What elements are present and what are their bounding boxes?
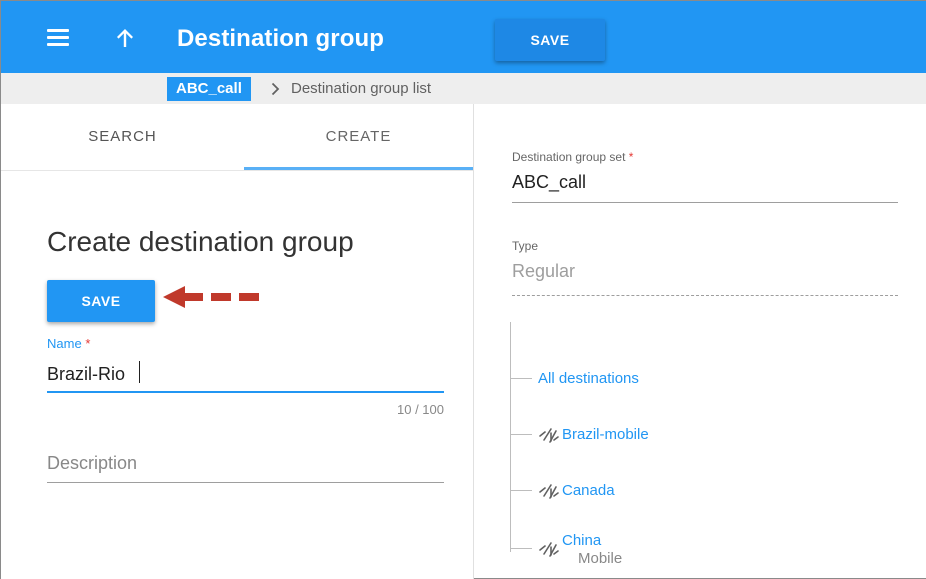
page-title: Destination group xyxy=(177,25,385,52)
description-field-underline xyxy=(47,482,444,483)
breadcrumb-root-link[interactable]: ABC_call xyxy=(167,77,251,101)
type-underline xyxy=(512,295,898,296)
left-panel: SEARCH CREATE Create destination group S… xyxy=(1,104,473,579)
tabs-divider xyxy=(1,170,473,171)
tab-create[interactable]: CREATE xyxy=(244,104,473,170)
tree-node: Brazil-mobile xyxy=(510,422,649,446)
destination-group-set-value[interactable]: ABC_call xyxy=(512,172,586,193)
arrow-up-icon[interactable] xyxy=(113,26,137,50)
destination-group-set-underline xyxy=(512,202,898,203)
tab-search[interactable]: SEARCH xyxy=(1,104,244,170)
destination-group-set-label: Destination group set * xyxy=(512,150,634,164)
header-save-button[interactable]: SAVE xyxy=(495,19,605,61)
annotation-arrow-icon xyxy=(163,286,259,308)
type-label: Type xyxy=(512,239,539,253)
breadcrumb-current: Destination group list xyxy=(291,80,432,97)
name-field-underline xyxy=(47,391,444,393)
name-char-counter: 10 / 100 xyxy=(397,402,444,417)
tree-item-canada[interactable]: Canada xyxy=(562,482,615,499)
name-field-label: Name * xyxy=(47,336,91,351)
destination-icon xyxy=(539,484,559,499)
destination-icon xyxy=(539,428,559,443)
all-destinations-link[interactable]: All destinations xyxy=(538,370,639,387)
tree-node-root: All destinations xyxy=(510,366,639,390)
tree-item-china[interactable]: China xyxy=(562,532,601,549)
save-button[interactable]: SAVE xyxy=(47,280,155,322)
description-field[interactable] xyxy=(47,444,444,482)
name-field[interactable] xyxy=(47,356,444,392)
text-caret xyxy=(139,361,140,383)
tree-item-china-subtitle: Mobile xyxy=(578,550,623,567)
tree-item-brazil-mobile[interactable]: Brazil-mobile xyxy=(562,426,649,443)
tree-node: Canada xyxy=(510,478,615,502)
type-value: Regular xyxy=(512,261,576,281)
menu-icon[interactable] xyxy=(47,29,69,47)
form-title: Create destination group xyxy=(47,226,354,257)
breadcrumb: ABC_call Destination group list xyxy=(1,73,926,104)
destination-icon xyxy=(539,542,559,557)
app-bar: Destination group SAVE xyxy=(1,1,926,73)
right-panel: Destination group set * ABC_call Type Re… xyxy=(474,104,926,579)
chevron-right-icon xyxy=(271,82,280,96)
